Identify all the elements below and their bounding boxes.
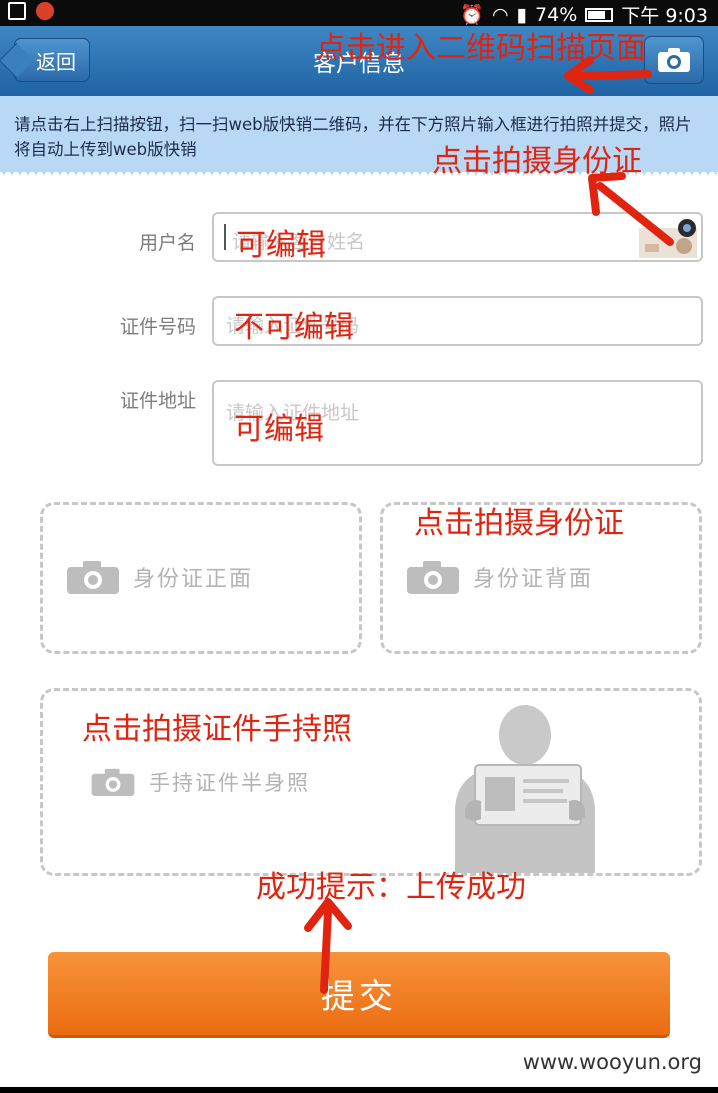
arrow-to-scan-button [564, 56, 652, 94]
submit-button[interactable]: 提交 [48, 952, 670, 1038]
handheld-label: 手持证件半身照 [149, 771, 310, 795]
username-label: 用户名 [138, 232, 196, 254]
camera-icon [67, 561, 119, 594]
id-front-label: 身份证正面 [133, 567, 254, 592]
arrow-to-id-thumb [588, 172, 674, 246]
arrow-to-success-area [304, 898, 352, 994]
battery-icon [585, 7, 614, 22]
bottom-edge [0, 1087, 718, 1093]
camera-icon [91, 768, 135, 796]
app-notification-icon [36, 2, 54, 20]
gallery-icon [8, 2, 26, 20]
annotation-editable-address: 可编辑 [234, 412, 324, 447]
annotation-shoot-handheld: 点击拍摄证件手持照 [82, 712, 352, 747]
id-front-photo-box[interactable]: 身份证正面 [40, 502, 362, 654]
text-cursor [224, 224, 226, 250]
watermark: www.wooyun.org [518, 1050, 706, 1074]
camera-icon [407, 561, 459, 594]
id-address-label: 证件地址 [119, 390, 196, 412]
id-number-label: 证件号码 [119, 316, 196, 338]
camera-icon [658, 48, 690, 72]
annotation-editable-username: 可编辑 [236, 228, 326, 263]
id-back-label: 身份证背面 [473, 567, 594, 592]
annotation-shoot-id-box: 点击拍摄身份证 [414, 506, 624, 541]
annotation-not-editable: 不可编辑 [234, 310, 354, 345]
annotation-success: 成功提示：上传成功 [256, 870, 526, 905]
person-holding-id-illustration [455, 705, 595, 873]
scan-button[interactable] [644, 36, 704, 84]
